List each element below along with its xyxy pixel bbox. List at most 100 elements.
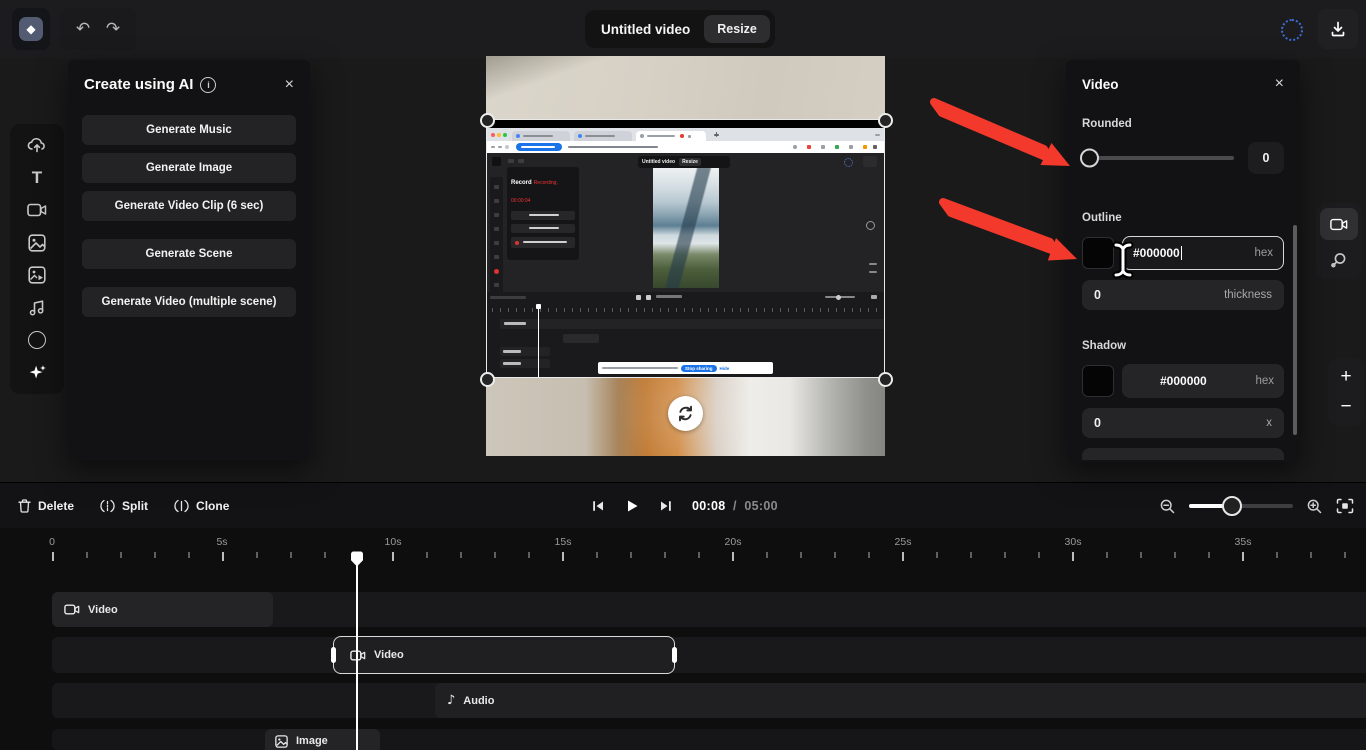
- generate-video-clip-button[interactable]: Generate Video Clip (6 sec): [82, 191, 296, 221]
- rounded-slider-row: 0: [1080, 142, 1284, 174]
- delete-button[interactable]: Delete: [18, 499, 74, 513]
- video-tool-icon[interactable]: [26, 199, 48, 221]
- layer-video-tab[interactable]: [1320, 208, 1358, 240]
- nested-ruler-tick: [756, 308, 757, 312]
- ruler-tick: [800, 552, 802, 558]
- rounded-slider[interactable]: [1080, 148, 1234, 168]
- outline-thickness-input[interactable]: 0 thickness: [1082, 280, 1284, 310]
- app-logo-button[interactable]: ◆: [12, 8, 50, 50]
- upload-icon[interactable]: [26, 134, 48, 156]
- timeline-zoom-controls: [1159, 496, 1354, 516]
- selection-handle-bottom-right[interactable]: [878, 372, 893, 387]
- nested-ruler-tick: [604, 308, 605, 312]
- nested-ruler-tick: [580, 308, 581, 312]
- close-icon[interactable]: ×: [1275, 76, 1284, 92]
- skip-start-icon[interactable]: [590, 498, 606, 514]
- video-camera-icon: [1330, 218, 1348, 230]
- shape-tool-icon[interactable]: [26, 329, 48, 351]
- playhead-line[interactable]: [356, 556, 358, 750]
- video-panel-title: Video: [1082, 76, 1119, 92]
- create-ai-panel-header: Create using AI i ×: [68, 60, 310, 103]
- shadow-hex-input[interactable]: #000000 hex: [1122, 364, 1284, 398]
- ruler-tick: [1344, 552, 1346, 558]
- shadow-label: Shadow: [1082, 340, 1127, 352]
- fit-timeline-icon[interactable]: [1336, 498, 1354, 514]
- timeline-zoom-slider[interactable]: [1189, 496, 1293, 516]
- play-button-icon[interactable]: [624, 498, 640, 514]
- canvas-background-video-top[interactable]: [486, 56, 885, 119]
- ruler-tick: [86, 552, 88, 558]
- ai-tools-icon[interactable]: [26, 362, 48, 384]
- zoom-out-icon[interactable]: [1159, 498, 1176, 515]
- ruler-tick: [1038, 552, 1040, 558]
- timeline-toolbar: Delete Split Clone 00:08 / 05:00: [0, 482, 1366, 529]
- rounded-value[interactable]: 0: [1248, 142, 1284, 174]
- skip-end-icon[interactable]: [658, 498, 674, 514]
- nested-ruler-tick: [532, 308, 533, 312]
- shadow-y-input-partial[interactable]: [1082, 448, 1284, 460]
- timeline-zoom-handle[interactable]: [1222, 496, 1242, 516]
- create-ai-title: Create using AI: [84, 76, 194, 93]
- generate-video-multi-button[interactable]: Generate Video (multiple scene): [82, 287, 296, 317]
- undo-icon[interactable]: ↶: [76, 19, 90, 39]
- nested-ruler-tick: [508, 308, 509, 312]
- video-clip-1[interactable]: Video: [52, 592, 273, 627]
- stock-media-icon[interactable]: [26, 264, 48, 286]
- nested-ruler-tick: [588, 308, 589, 312]
- project-title[interactable]: Untitled video: [601, 22, 690, 37]
- text-tool-icon[interactable]: T: [26, 167, 48, 189]
- split-button[interactable]: Split: [100, 499, 148, 513]
- outline-color-swatch[interactable]: [1082, 237, 1114, 269]
- nested-ruler: [486, 305, 885, 315]
- nested-ruler-tick: [724, 308, 725, 312]
- shadow-color-swatch[interactable]: [1082, 365, 1114, 397]
- nested-ruler-tick: [828, 308, 829, 312]
- playhead-handle[interactable]: [349, 551, 365, 568]
- layer-search-tab[interactable]: [1320, 244, 1358, 276]
- redo-icon[interactable]: ↷: [106, 19, 120, 39]
- canvas-zoom-out-button[interactable]: −: [1340, 396, 1351, 418]
- ruler-tick: [188, 552, 190, 558]
- close-icon[interactable]: ×: [285, 76, 294, 93]
- rotate-sync-button[interactable]: [668, 396, 703, 431]
- generate-image-button[interactable]: Generate Image: [82, 153, 296, 183]
- ruler-tick: [1106, 552, 1108, 558]
- preview-canvas[interactable]: Untitled video Resize Record Recording, 0…: [480, 56, 893, 456]
- nested-ruler-tick: [612, 308, 613, 312]
- video-clip-2-selected[interactable]: Video: [331, 636, 677, 674]
- current-time: 00:08: [692, 499, 726, 513]
- selection-handle-bottom-left[interactable]: [480, 372, 495, 387]
- audio-tool-icon[interactable]: [26, 297, 48, 319]
- music-note-icon: ♪: [447, 693, 456, 708]
- rounded-slider-handle[interactable]: [1080, 148, 1099, 168]
- selection-handle-top-right[interactable]: [878, 113, 893, 128]
- image-clip[interactable]: Image: [265, 729, 380, 750]
- ruler-tick: [52, 552, 54, 561]
- nested-ruler-tick: [716, 308, 717, 312]
- audio-clip[interactable]: ♪ Audio: [435, 683, 1366, 718]
- image-tool-icon[interactable]: [26, 232, 48, 254]
- nested-record-panel: Record Recording, 00:00:04: [507, 167, 579, 260]
- canvas-zoom-in-button[interactable]: +: [1340, 366, 1351, 388]
- time-display: 00:08 / 05:00: [692, 499, 778, 513]
- rotate-icon: [679, 405, 692, 422]
- generate-music-button[interactable]: Generate Music: [82, 115, 296, 145]
- ruler-label: 20s: [724, 536, 742, 548]
- nested-browser-tabbar: [486, 128, 885, 141]
- ruler-tick: [902, 552, 904, 561]
- nested-preview-video: [653, 168, 719, 288]
- outline-hex-input[interactable]: #000000 hex: [1122, 236, 1284, 270]
- generate-scene-button[interactable]: Generate Scene: [82, 239, 296, 269]
- zoom-in-icon[interactable]: [1306, 498, 1323, 515]
- selected-video-layer[interactable]: Untitled video Resize Record Recording, 0…: [486, 119, 885, 378]
- panel-scrollbar[interactable]: [1293, 225, 1297, 435]
- info-icon[interactable]: i: [200, 76, 217, 93]
- clone-button[interactable]: Clone: [174, 499, 229, 513]
- clip-trim-handle-left[interactable]: [331, 647, 336, 663]
- resize-button[interactable]: Resize: [704, 15, 770, 43]
- clip-trim-handle-right[interactable]: [672, 647, 677, 663]
- nested-ruler-tick: [860, 308, 861, 312]
- export-button[interactable]: [1318, 9, 1358, 49]
- shadow-x-input[interactable]: 0 x: [1082, 408, 1284, 438]
- selection-handle-top-left[interactable]: [480, 113, 495, 128]
